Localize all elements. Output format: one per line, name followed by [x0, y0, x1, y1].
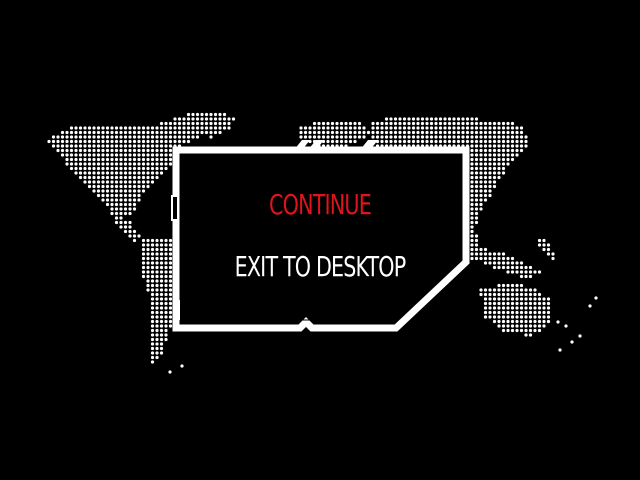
exit-to-desktop-button[interactable]: EXIT TO DESKTOP: [197, 250, 443, 283]
continue-button[interactable]: CONTINUE: [197, 188, 443, 221]
pause-screen: CONTINUE EXIT TO DESKTOP: [0, 0, 640, 480]
menu-frame: [171, 140, 470, 332]
